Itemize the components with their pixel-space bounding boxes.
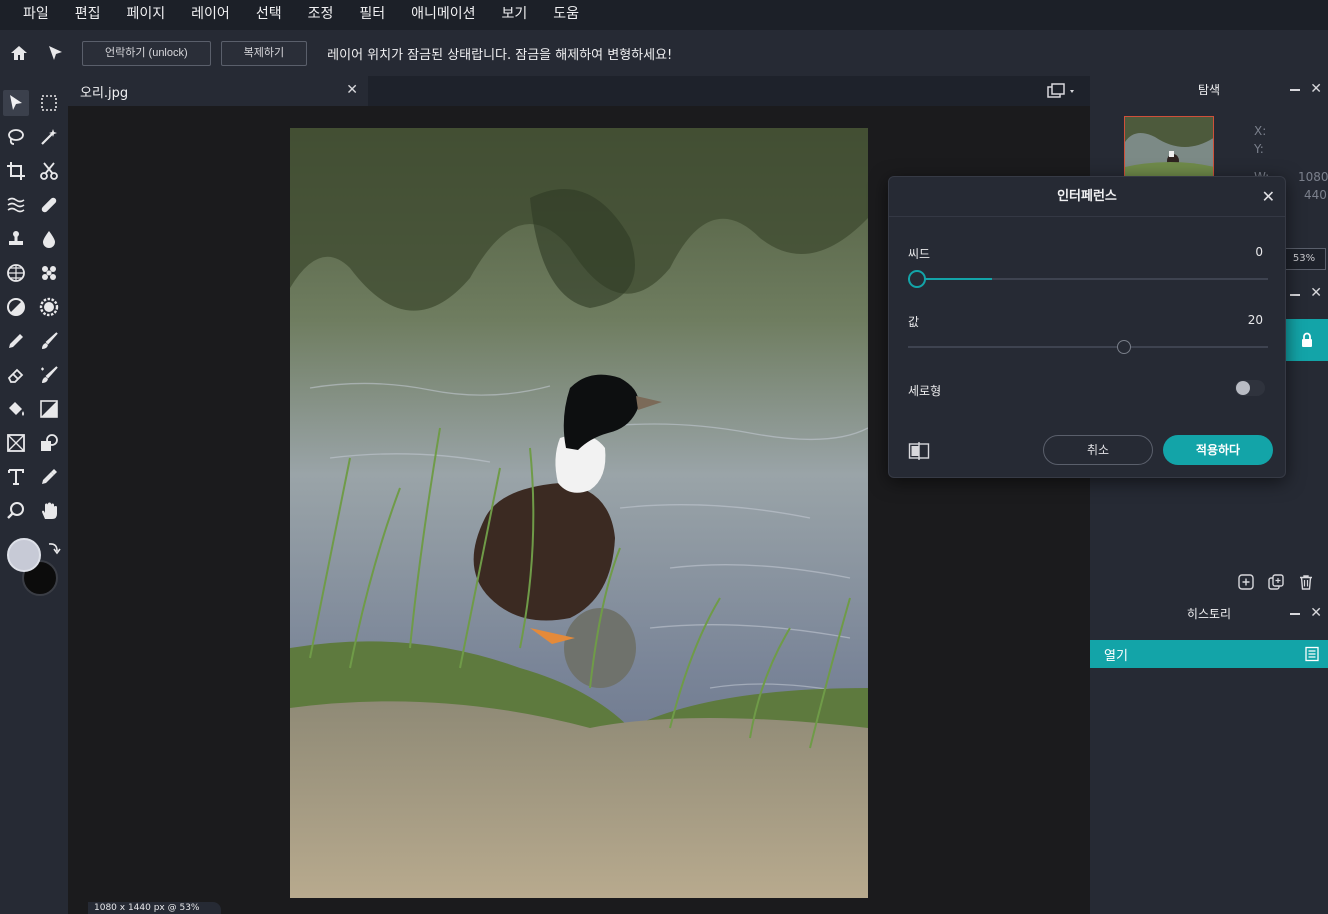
marquee-tool-icon[interactable] bbox=[36, 90, 62, 116]
healing-tool-icon[interactable] bbox=[36, 192, 62, 218]
unlock-button[interactable]: 언락하기 (unlock) bbox=[82, 40, 211, 66]
compare-before-after-icon[interactable] bbox=[908, 441, 930, 461]
magic-wand-tool-icon[interactable] bbox=[36, 124, 62, 150]
layer-lock-icon[interactable] bbox=[1286, 319, 1328, 361]
coord-x-label: X: bbox=[1254, 124, 1267, 138]
menu-select[interactable]: 선택 bbox=[243, 0, 295, 30]
brush-tool-icon[interactable] bbox=[36, 328, 62, 354]
scissors-tool-icon[interactable] bbox=[36, 158, 62, 184]
value-label: 값 bbox=[908, 315, 920, 329]
menu-adjust[interactable]: 조정 bbox=[295, 0, 347, 30]
close-tab-icon[interactable]: ✕ bbox=[346, 82, 358, 98]
lasso-tool-icon[interactable] bbox=[3, 124, 29, 150]
vertical-label: 세로형 bbox=[908, 384, 942, 398]
vertical-toggle[interactable] bbox=[1235, 380, 1265, 396]
stamp-tool-icon[interactable] bbox=[3, 226, 29, 252]
move-arrow-icon[interactable] bbox=[38, 36, 72, 70]
coord-h-value: 440 bbox=[1304, 188, 1327, 202]
gradient-tool-icon[interactable] bbox=[36, 396, 62, 422]
layer-actions bbox=[1236, 572, 1316, 592]
minimize-icon[interactable] bbox=[1290, 89, 1300, 91]
text-tool-icon[interactable] bbox=[3, 464, 29, 490]
crop-tool-icon[interactable] bbox=[3, 158, 29, 184]
apply-button[interactable]: 적용하다 bbox=[1163, 435, 1273, 465]
liquify-tool-icon[interactable] bbox=[3, 192, 29, 218]
shape-tool-icon[interactable] bbox=[36, 430, 62, 456]
foreground-color-swatch[interactable] bbox=[7, 538, 41, 572]
history-item-label: 열기 bbox=[1104, 648, 1128, 664]
document-tab[interactable]: 오리.jpg ✕ bbox=[68, 76, 368, 106]
lock-message: 레이어 위치가 잠금된 상태랍니다. 잠금을 해제하여 변형하세요! bbox=[327, 47, 673, 63]
select-tool-icon[interactable] bbox=[3, 90, 29, 116]
menu-page[interactable]: 페이지 bbox=[114, 0, 179, 30]
eraser-tool-icon[interactable] bbox=[3, 362, 29, 388]
document-tabs: 오리.jpg ✕ bbox=[68, 76, 1090, 106]
navigator-panel-header: 탐색 ✕ bbox=[1090, 76, 1328, 104]
layers-close-icon[interactable]: ✕ bbox=[1310, 285, 1322, 301]
seed-slider-thumb[interactable] bbox=[908, 270, 926, 288]
value-slider[interactable] bbox=[908, 337, 1268, 357]
history-close-icon[interactable]: ✕ bbox=[1310, 605, 1322, 621]
delete-layer-icon[interactable] bbox=[1296, 572, 1316, 592]
home-icon[interactable] bbox=[2, 36, 36, 70]
value-slider-thumb[interactable] bbox=[1117, 340, 1131, 354]
dodge-tool-icon[interactable] bbox=[3, 294, 29, 320]
menu-help[interactable]: 도움 bbox=[540, 0, 592, 30]
seed-label: 씨드 bbox=[908, 247, 931, 261]
navigator-thumbnail[interactable] bbox=[1124, 116, 1214, 178]
dialog-close-icon[interactable]: ✕ bbox=[1262, 187, 1275, 206]
value-slider-track bbox=[908, 346, 1268, 348]
replace-color-tool-icon[interactable] bbox=[36, 362, 62, 388]
seed-slider[interactable] bbox=[908, 269, 1268, 289]
arrange-windows-icon[interactable] bbox=[1044, 82, 1078, 100]
history-item[interactable]: 열기 bbox=[1090, 640, 1328, 668]
seed-value: 0 bbox=[1255, 245, 1263, 259]
duplicate-button[interactable]: 복제하기 bbox=[220, 40, 308, 66]
vertical-toggle-knob bbox=[1236, 381, 1250, 395]
menu-bar: 파일 편집 페이지 레이어 선택 조정 필터 애니메이션 보기 도움 bbox=[0, 0, 1328, 30]
close-icon[interactable]: ✕ bbox=[1310, 81, 1322, 97]
document-tab-label: 오리.jpg bbox=[80, 85, 129, 101]
document-icon bbox=[1305, 646, 1319, 662]
eyedropper-tool-icon[interactable] bbox=[36, 464, 62, 490]
cancel-button[interactable]: 취소 bbox=[1043, 435, 1153, 465]
swap-colors-icon[interactable] bbox=[45, 540, 61, 556]
history-minimize-icon[interactable] bbox=[1290, 613, 1300, 615]
sharpen-tool-icon[interactable] bbox=[36, 294, 62, 320]
history-panel-header: 히스토리 ✕ bbox=[1090, 600, 1328, 628]
zoom-tool-icon[interactable] bbox=[3, 498, 29, 524]
layers-minimize-icon[interactable] bbox=[1290, 294, 1300, 296]
pattern-tool-icon[interactable] bbox=[3, 260, 29, 286]
hand-tool-icon[interactable] bbox=[36, 498, 62, 524]
interference-dialog: 인터페런스 ✕ 씨드 0 값 20 세로형 취소 적용하다 bbox=[888, 176, 1286, 478]
pencil-tool-icon[interactable] bbox=[3, 328, 29, 354]
menu-file[interactable]: 파일 bbox=[10, 0, 62, 30]
menu-animation[interactable]: 애니메이션 bbox=[398, 0, 488, 30]
sponge-tool-icon[interactable] bbox=[36, 260, 62, 286]
add-layer-icon[interactable] bbox=[1236, 572, 1256, 592]
menu-filter[interactable]: 필터 bbox=[346, 0, 398, 30]
options-toolbar: 언락하기 (unlock) 복제하기 레이어 위치가 잠금된 상태랍니다. 잠금… bbox=[0, 30, 1328, 76]
fill-bucket-tool-icon[interactable] bbox=[3, 396, 29, 422]
zoom-input[interactable]: 53% bbox=[1282, 248, 1326, 270]
duck-photo[interactable] bbox=[290, 128, 868, 898]
duplicate-layer-icon[interactable] bbox=[1266, 572, 1286, 592]
frame-tool-icon[interactable] bbox=[3, 430, 29, 456]
menu-view[interactable]: 보기 bbox=[489, 0, 541, 30]
app-window: 파일 편집 페이지 레이어 선택 조정 필터 애니메이션 보기 도움 언락하기 … bbox=[0, 0, 1328, 914]
blur-drop-tool-icon[interactable] bbox=[36, 226, 62, 252]
dialog-title: 인터페런스 bbox=[1057, 189, 1117, 204]
value-value: 20 bbox=[1247, 313, 1263, 327]
status-bar: 1080 x 1440 px @ 53% bbox=[88, 902, 222, 914]
dialog-header: 인터페런스 ✕ bbox=[889, 177, 1285, 217]
coord-w-value: 1080 bbox=[1298, 170, 1328, 184]
menu-layer[interactable]: 레이어 bbox=[178, 0, 243, 30]
coord-y-label: Y: bbox=[1254, 142, 1264, 156]
menu-edit[interactable]: 편집 bbox=[62, 0, 114, 30]
tools-panel bbox=[0, 76, 68, 914]
